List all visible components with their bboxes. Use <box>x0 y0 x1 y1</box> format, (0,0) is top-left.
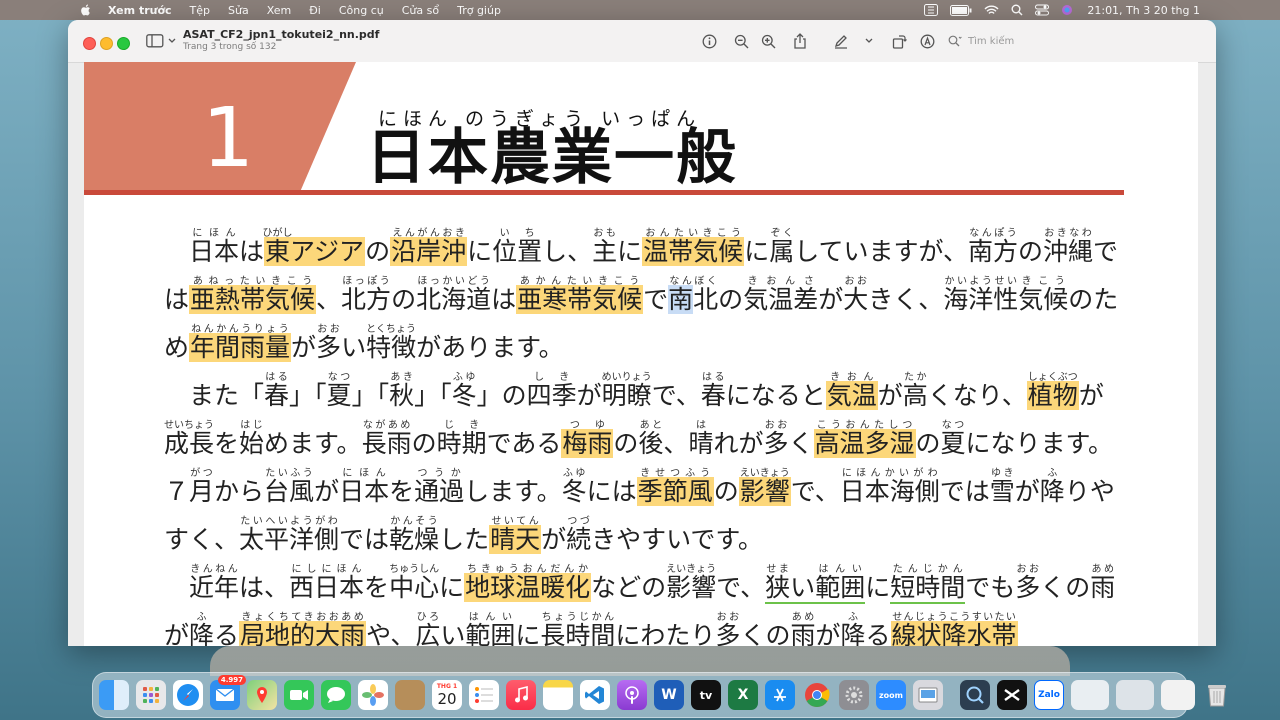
share-icon <box>794 33 806 49</box>
control-center-icon[interactable] <box>1035 4 1050 16</box>
chapter-number: 1 <box>202 91 255 186</box>
chevron-down-icon <box>168 38 176 43</box>
battery-icon[interactable] <box>950 4 972 16</box>
quicktime-icon[interactable] <box>960 680 990 710</box>
sidebar-toggle-button[interactable] <box>146 32 176 50</box>
reminders-icon[interactable] <box>469 680 499 710</box>
fullscreen-window-button[interactable] <box>117 37 130 50</box>
trash-icon[interactable] <box>1202 680 1232 710</box>
rotate-icon <box>892 34 907 49</box>
page-indicator: Trang 3 trong số 132 <box>183 42 277 52</box>
input-method-icon[interactable] <box>924 4 939 16</box>
recent-window-2-icon[interactable] <box>1116 680 1154 710</box>
word-icon[interactable]: W <box>654 680 684 710</box>
recent-window-1-icon[interactable] <box>1071 680 1109 710</box>
calendar-icon[interactable]: THG 1 20 <box>432 680 462 710</box>
music-icon[interactable] <box>506 680 536 710</box>
markup-button[interactable] <box>832 32 850 50</box>
zoom-out-icon <box>734 34 748 48</box>
window-toolbar: ASAT_CF2_jpn1_tokutei2_nn.pdf Trang 3 tr… <box>68 20 1216 63</box>
search-icon <box>948 35 962 47</box>
info-button[interactable] <box>700 32 718 50</box>
menubar-clock[interactable]: 21:01, Th 3 20 thg 1 <box>1087 4 1200 17</box>
annotate-button[interactable] <box>918 32 936 50</box>
system-settings-icon[interactable] <box>839 680 869 710</box>
capcut-icon[interactable] <box>997 680 1027 710</box>
zoom-in-icon <box>761 34 775 48</box>
sidebar-icon <box>146 34 164 48</box>
podcasts-icon[interactable] <box>617 680 647 710</box>
notes-icon[interactable] <box>543 680 573 710</box>
facetime-icon[interactable] <box>284 680 314 710</box>
search-field[interactable]: Tìm kiếm <box>948 31 1098 51</box>
pen-icon <box>834 35 847 49</box>
dock: 4.997 THG 1 20 W tv X zoom Zalo <box>92 672 1226 718</box>
menu-view[interactable]: Xem <box>267 4 292 17</box>
close-window-button[interactable] <box>83 37 96 50</box>
menu-file[interactable]: Tệp <box>190 4 210 17</box>
safari-icon[interactable] <box>173 680 203 710</box>
preview-window: ASAT_CF2_jpn1_tokutei2_nn.pdf Trang 3 tr… <box>68 20 1216 646</box>
maps-icon[interactable] <box>247 680 277 710</box>
annotate-icon <box>920 34 934 48</box>
body-text: 日本にほんは東ひがしアジアの沿岸沖えんがんおきに位置いちし、主おもに温帯気候おん… <box>164 228 1124 646</box>
siri-icon[interactable] <box>1061 4 1073 16</box>
paragraph-3: 近年きんねんは、西日本にしにほんを中心ちゅうしんに地球温暖化ちきゅうおんだんかな… <box>164 564 1124 646</box>
share-button[interactable] <box>791 32 809 50</box>
chevron-down-icon <box>865 38 873 43</box>
menu-edit[interactable]: Sửa <box>228 4 249 17</box>
mail-badge: 4.997 <box>217 675 246 685</box>
messages-icon[interactable] <box>321 680 351 710</box>
search-placeholder: Tìm kiếm <box>968 35 1015 47</box>
recent-window-3-icon[interactable] <box>1161 680 1195 710</box>
excel-icon[interactable]: X <box>728 680 758 710</box>
markup-menu-button[interactable] <box>860 32 878 50</box>
paragraph-2: また「春はる」「夏なつ」「秋あき」「冬ふゆ」の四季しきが明瞭めいりょうで、春はる… <box>164 372 1115 554</box>
apple-tv-icon[interactable]: tv <box>691 680 721 710</box>
wifi-icon[interactable] <box>984 5 999 16</box>
menu-window[interactable]: Cửa sổ <box>402 4 439 17</box>
vscode-icon[interactable] <box>580 680 610 710</box>
menu-help[interactable]: Trợ giúp <box>457 4 501 17</box>
zoom-out-button[interactable] <box>732 32 750 50</box>
search-icon[interactable] <box>1011 4 1023 16</box>
launchpad-icon[interactable] <box>136 680 166 710</box>
apple-icon[interactable] <box>78 3 94 17</box>
status-area: 21:01, Th 3 20 thg 1 <box>912 0 1280 20</box>
mail-icon[interactable]: 4.997 <box>210 675 246 710</box>
pdf-page[interactable]: 1 にほん のうぎょう いっぱん 日本農業一般 日本にほんは東ひがしアジアの沿岸… <box>84 62 1198 646</box>
paragraph-1: 日本にほんは東ひがしアジアの沿岸沖えんがんおきに位置いちし、主おもに温帯気候おん… <box>164 228 1119 362</box>
menu-app-name[interactable]: Xem trước <box>108 4 172 17</box>
zoom-in-button[interactable] <box>759 32 777 50</box>
zalo-icon[interactable]: Zalo <box>1034 680 1064 710</box>
photos-icon[interactable] <box>358 680 388 710</box>
menu-go[interactable]: Đi <box>309 4 321 17</box>
info-icon <box>702 34 716 48</box>
preview-app-icon[interactable] <box>913 680 943 710</box>
minimize-window-button[interactable] <box>100 37 113 50</box>
menu-tools[interactable]: Công cụ <box>339 4 384 17</box>
zoom-icon[interactable]: zoom <box>876 680 906 710</box>
notes-app-icon[interactable] <box>395 680 425 710</box>
chrome-icon[interactable] <box>802 680 832 710</box>
document-title: ASAT_CF2_jpn1_tokutei2_nn.pdf <box>183 28 380 41</box>
finder-icon[interactable] <box>99 680 129 710</box>
calendar-day: 20 <box>437 690 457 708</box>
chapter-heading: 日本農業一般 <box>366 123 738 193</box>
menu-bar: Xem trước Tệp Sửa Xem Đi Công cụ Cửa sổ … <box>0 0 1280 20</box>
app-store-icon[interactable] <box>765 680 795 710</box>
rotate-button[interactable] <box>890 32 908 50</box>
